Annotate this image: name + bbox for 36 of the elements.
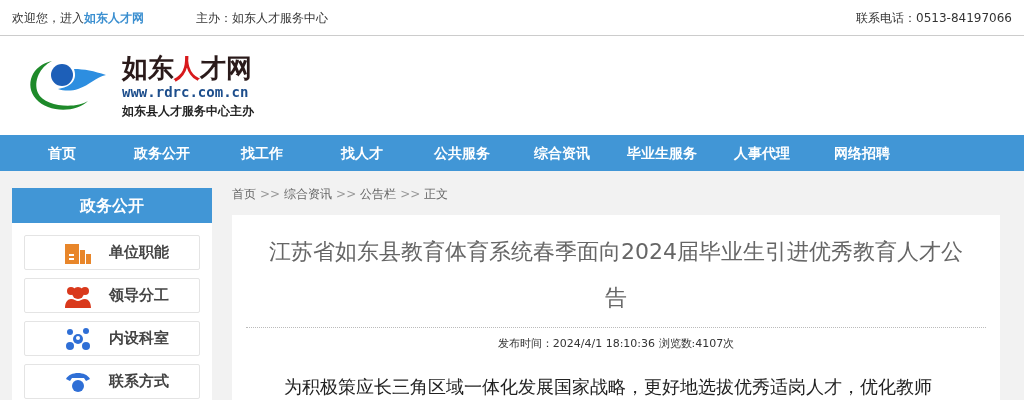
- article-meta: 发布时间：2024/4/1 18:10:36 浏览数:4107次: [496, 336, 736, 352]
- sidebar-item[interactable]: 单位职能: [24, 235, 200, 270]
- article-title: 江苏省如东县教育体育系统春季面向2024届毕业生引进优秀教育人才公告: [268, 238, 964, 312]
- logo-tagline: 如东县人才服务中心主办: [122, 104, 254, 117]
- logo-name-text: 如东: [122, 54, 174, 81]
- building-icon: [65, 241, 91, 264]
- nav-item[interactable]: 政务公开: [112, 135, 212, 171]
- logo-url: www.rdrc.com.cn: [122, 84, 250, 99]
- breadcrumb-link[interactable]: 首页: [232, 185, 256, 203]
- host-text: 主办：如东人才服务中心: [196, 9, 328, 27]
- nav-item[interactable]: 公共服务: [412, 135, 512, 171]
- nav-item[interactable]: 首页: [12, 135, 112, 171]
- welcome-text: 欢迎您，进入: [12, 9, 84, 27]
- phone-text: 联系电话：0513-84197066: [856, 9, 1012, 27]
- phone-icon: [65, 370, 91, 393]
- nav-item[interactable]: 网络招聘: [812, 135, 912, 171]
- article-body: 为积极策应长三角区域一体化发展国家战略，更好地选拔优秀适岗人才，优化教师: [283, 374, 933, 399]
- nav-item[interactable]: 毕业生服务: [612, 135, 712, 171]
- nav-item[interactable]: 综合资讯: [512, 135, 612, 171]
- logo-name-text: 人: [174, 54, 200, 81]
- breadcrumb-separator: >>: [400, 186, 421, 203]
- breadcrumb-separator: >>: [336, 186, 357, 203]
- sidebar-item[interactable]: 内设科室: [24, 321, 200, 356]
- logo-name-text: 才网: [200, 54, 252, 81]
- breadcrumb-link[interactable]: 公告栏: [360, 185, 397, 203]
- sidebar-title: 政务公开: [12, 188, 212, 223]
- breadcrumb-link[interactable]: 正文: [424, 185, 449, 203]
- sidebar-item[interactable]: 联系方式: [24, 364, 200, 399]
- nav-item[interactable]: 找工作: [212, 135, 312, 171]
- breadcrumb-separator: >>: [260, 186, 281, 203]
- nav-item[interactable]: 人事代理: [712, 135, 812, 171]
- breadcrumb-link[interactable]: 综合资讯: [284, 185, 333, 203]
- site-link[interactable]: 如东人才网: [84, 8, 144, 27]
- sidebar-item[interactable]: 领导分工: [24, 278, 200, 313]
- nav-item[interactable]: 找人才: [312, 135, 412, 171]
- network-icon: [65, 326, 91, 351]
